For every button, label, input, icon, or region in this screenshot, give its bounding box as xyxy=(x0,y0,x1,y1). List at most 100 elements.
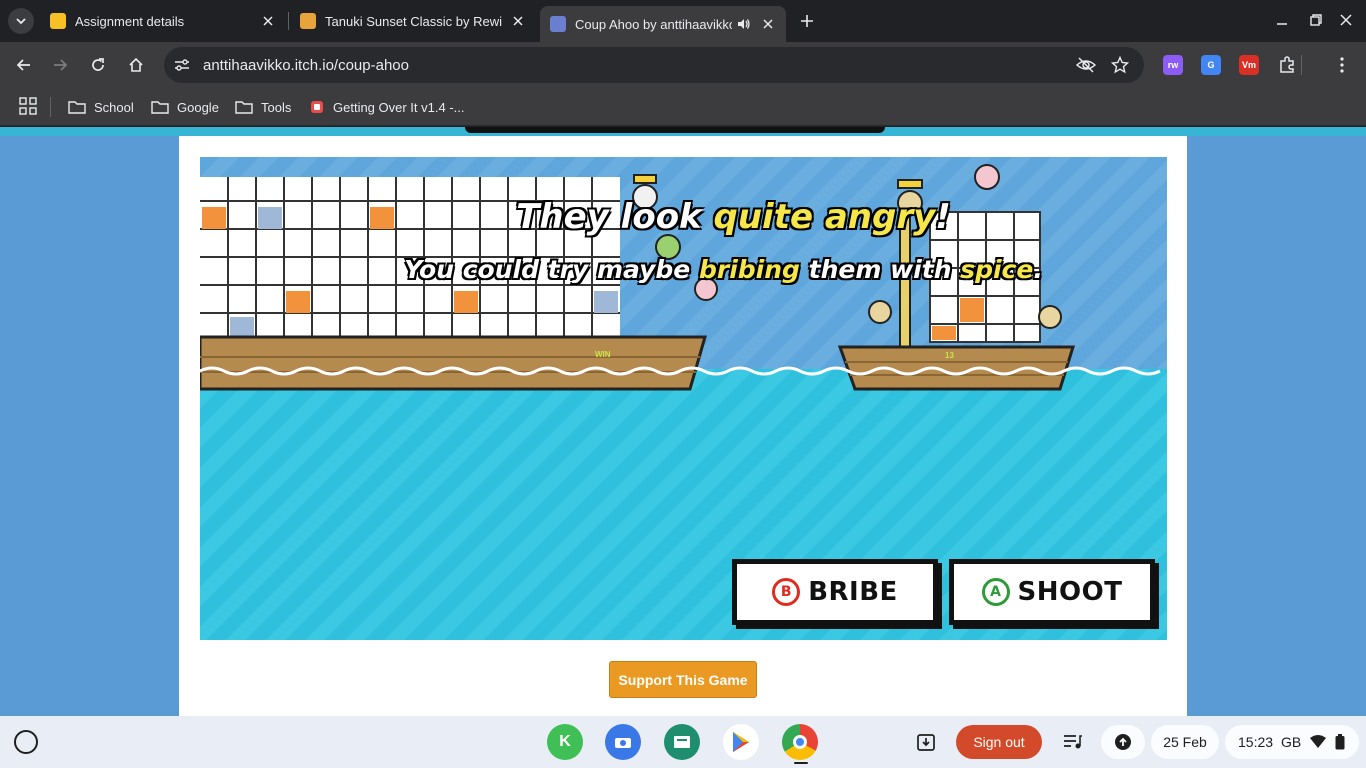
right-ship xyxy=(837,211,1076,391)
play-store-icon[interactable] xyxy=(723,724,759,760)
right-ship-tag: 13 xyxy=(945,351,954,360)
msg-highlight: spice xyxy=(960,255,1034,284)
left-ship-hull xyxy=(200,335,707,391)
msg-part: them with xyxy=(799,255,961,284)
classroom-app-icon[interactable] xyxy=(664,724,700,760)
tab-title: Tanuki Sunset Classic by Rewin xyxy=(325,13,502,29)
apps-grid-icon[interactable] xyxy=(19,97,37,115)
translate-extension-icon[interactable]: G xyxy=(1201,55,1221,75)
classroom-icon xyxy=(50,13,66,29)
reload-icon xyxy=(92,58,104,71)
tab-coup-ahoo[interactable]: Coup Ahoo by anttihaavikko xyxy=(540,6,786,42)
msg-part: You could try maybe xyxy=(404,255,699,284)
left-ship-tag: WIN xyxy=(595,350,611,359)
minimize-button[interactable] xyxy=(1272,10,1292,30)
bookmark-getting-over-it[interactable]: Getting Over It v1.4 -... xyxy=(309,96,465,118)
chrome-app-icon[interactable] xyxy=(782,724,818,760)
folder-icon xyxy=(151,99,169,115)
wifi-icon xyxy=(1309,733,1327,751)
game-dialogue-line-2: You could try maybe bribing them with sp… xyxy=(200,255,1167,284)
more-menu-icon[interactable] xyxy=(1330,53,1354,77)
bookmark-label: Getting Over It v1.4 -... xyxy=(333,99,465,115)
bookmarks-bar: School Google Tools Getting Over It v1.4… xyxy=(0,88,1366,126)
browser-toolbar: anttihaavikko.itch.io/coup-ahoo rw G Vm xyxy=(0,42,1366,88)
tab-strip: Assignment details Tanuki Sunset Classic… xyxy=(0,0,1366,42)
os-shelf: K Sign out 25 Feb 15:23 GB xyxy=(0,716,1366,768)
forward-button[interactable] xyxy=(48,53,72,77)
a-button-icon: A xyxy=(981,578,1010,606)
game-dialogue-line-1: They look quite angry! xyxy=(200,197,1167,237)
camera-app-icon[interactable] xyxy=(605,724,641,760)
home-icon xyxy=(129,57,143,72)
keyboard-region: GB xyxy=(1281,734,1302,750)
msg-highlight: bribing xyxy=(698,255,800,284)
reload-button[interactable] xyxy=(86,53,110,77)
close-icon[interactable] xyxy=(510,13,526,29)
bookmarks-divider xyxy=(50,97,51,117)
home-button[interactable] xyxy=(124,53,148,77)
chevron-down-icon xyxy=(16,18,26,25)
shoot-button[interactable]: A SHOOT xyxy=(949,559,1155,625)
back-button[interactable] xyxy=(12,53,36,77)
media-controls-icon[interactable] xyxy=(1055,724,1091,760)
new-tab-button[interactable] xyxy=(796,10,818,32)
coup-ahoo-favicon-icon xyxy=(550,16,566,32)
game-favicon-icon xyxy=(309,99,325,115)
msg-part: ! xyxy=(935,197,951,237)
rw-extension-icon[interactable]: rw xyxy=(1163,55,1183,75)
sign-out-button[interactable]: Sign out xyxy=(956,725,1042,759)
bookmark-folder-school[interactable]: School xyxy=(68,96,134,118)
bookmark-folder-tools[interactable]: Tools xyxy=(235,96,291,118)
bookmark-label: Google xyxy=(177,99,219,115)
bookmark-label: Tools xyxy=(261,99,292,115)
system-tray[interactable]: 15:23 GB xyxy=(1225,725,1359,759)
toolbar-divider xyxy=(1301,55,1302,75)
battery-icon xyxy=(1331,733,1349,751)
ext-label: rw xyxy=(1167,60,1179,70)
msg-highlight: quite angry xyxy=(713,197,936,237)
support-this-game-button[interactable]: Support This Game xyxy=(609,661,757,698)
itch-game-icon xyxy=(300,13,316,29)
bookmark-label: School xyxy=(94,99,134,115)
tote-icon[interactable] xyxy=(908,724,944,760)
ext-label: Vm xyxy=(1241,60,1256,70)
tab-title: Assignment details xyxy=(75,13,185,29)
url-text: anttihaavikko.itch.io/coup-ahoo xyxy=(203,57,409,74)
restore-button[interactable] xyxy=(1306,10,1326,30)
game-canvas[interactable]: They look quite angry! You could try may… xyxy=(200,157,1167,640)
bribe-button[interactable]: B BRIBE xyxy=(732,559,938,625)
address-bar[interactable]: anttihaavikko.itch.io/coup-ahoo xyxy=(164,47,1144,83)
upload-circle-icon xyxy=(1114,733,1132,751)
msg-part: They look xyxy=(516,197,714,237)
kami-app-icon[interactable]: K xyxy=(547,724,583,760)
chrome-running-indicator xyxy=(794,762,808,764)
bookmark-star-icon[interactable] xyxy=(1110,55,1130,75)
close-icon[interactable] xyxy=(760,16,776,32)
tab-title: Coup Ahoo by anttihaavikko xyxy=(575,16,732,32)
clock-time: 15:23 xyxy=(1238,734,1274,750)
launcher-icon[interactable] xyxy=(14,730,38,754)
update-button[interactable] xyxy=(1101,725,1145,759)
tab-assignment-details[interactable]: Assignment details xyxy=(40,6,286,36)
shoot-label: SHOOT xyxy=(1017,577,1123,607)
folder-icon xyxy=(235,99,253,115)
site-info-icon[interactable] xyxy=(172,55,192,75)
video-extension-icon[interactable]: Vm xyxy=(1239,55,1259,75)
arrow-right-icon xyxy=(54,59,68,71)
tab-search-button[interactable] xyxy=(8,8,34,34)
folder-icon xyxy=(68,99,86,115)
calendar-date[interactable]: 25 Feb xyxy=(1151,725,1219,759)
audio-playing-icon[interactable] xyxy=(736,16,752,32)
plus-icon xyxy=(801,15,813,27)
bribe-label: BRIBE xyxy=(808,577,898,607)
tab-separator xyxy=(288,12,289,30)
close-window-button[interactable] xyxy=(1336,10,1356,30)
b-button-icon: B xyxy=(772,578,801,606)
bookmark-folder-google[interactable]: Google xyxy=(151,96,219,118)
eye-slash-icon[interactable] xyxy=(1076,55,1096,75)
extensions-puzzle-icon[interactable] xyxy=(1275,53,1299,77)
close-icon[interactable] xyxy=(260,13,276,29)
arrow-left-icon xyxy=(16,59,30,71)
tab-tanuki-sunset[interactable]: Tanuki Sunset Classic by Rewin xyxy=(290,6,536,36)
ext-label: G xyxy=(1207,60,1215,70)
